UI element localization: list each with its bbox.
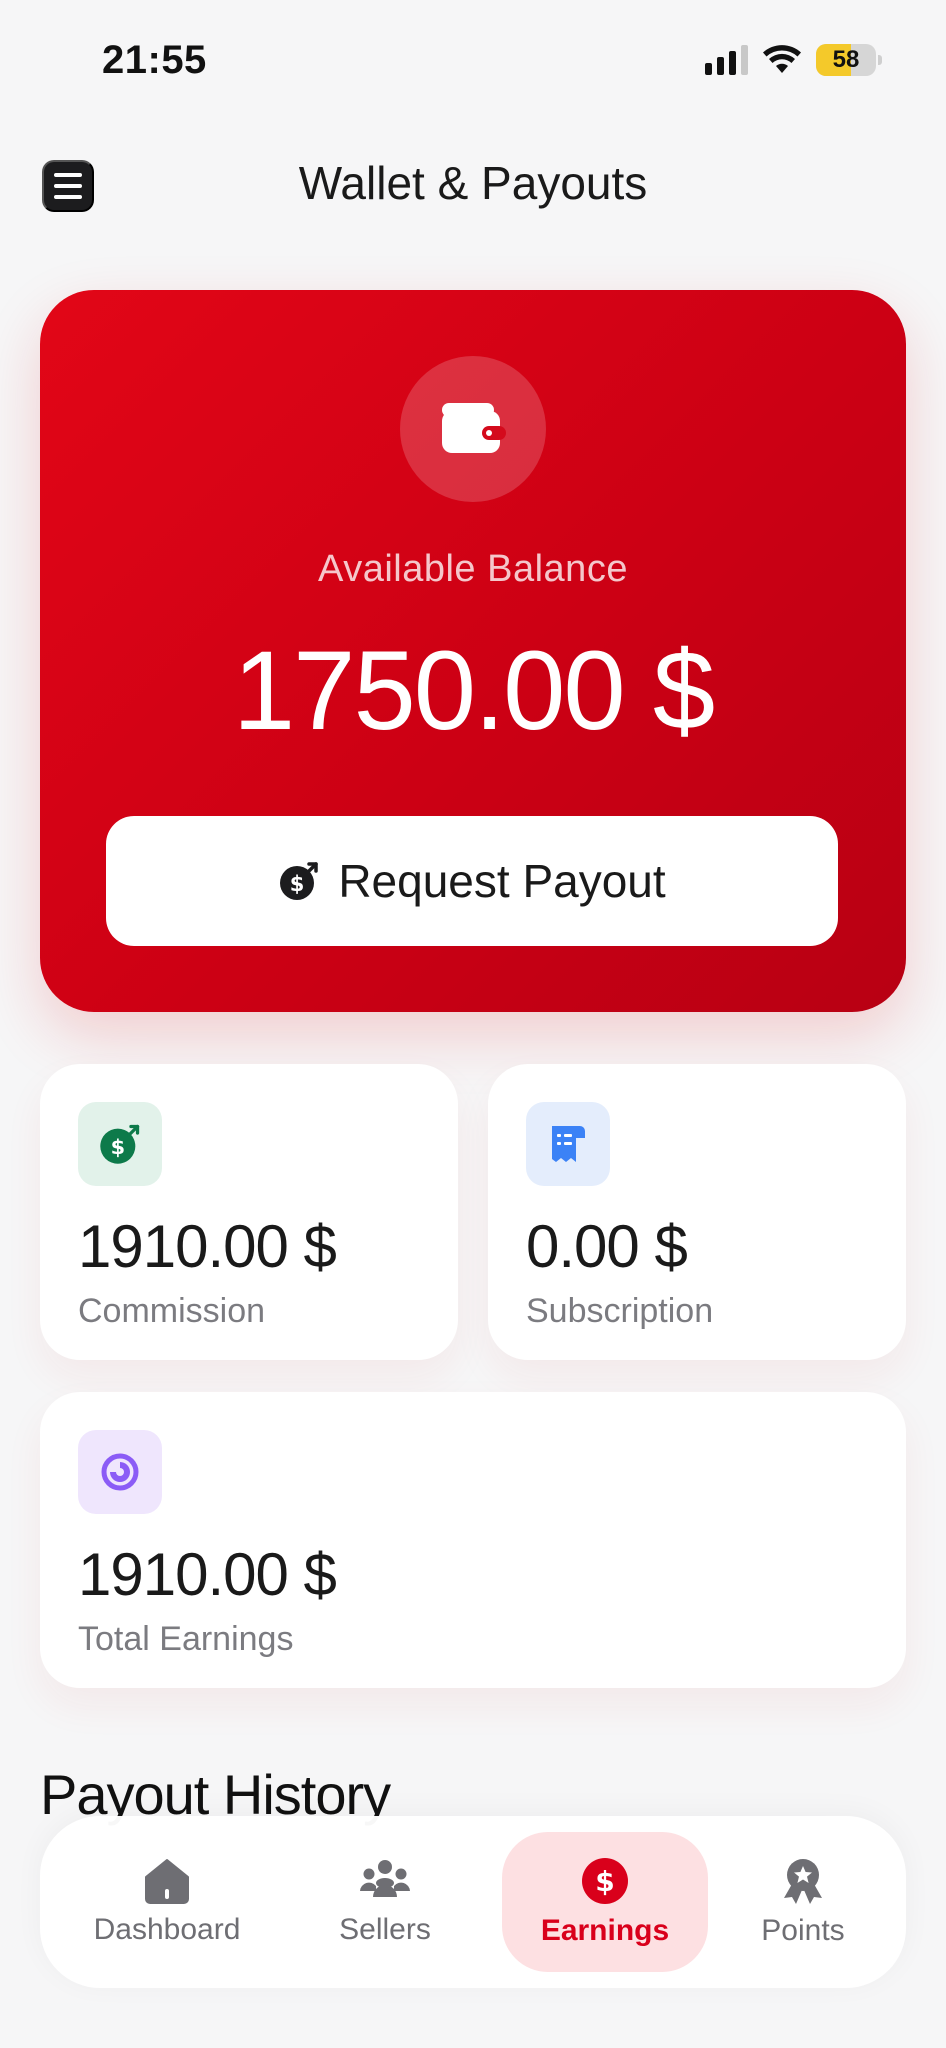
money-send-icon: $ — [280, 862, 319, 900]
commission-icon-badge: $ — [78, 1102, 162, 1186]
battery-percent: 58 — [832, 46, 860, 73]
money-send-icon: $ — [100, 1124, 140, 1164]
cellular-signal-icon — [705, 45, 748, 75]
page-title: Wallet & Payouts — [298, 157, 648, 209]
wallet-icon — [442, 403, 506, 453]
nav-label-points: Points — [761, 1914, 845, 1947]
status-bar: 21:55 58 — [0, 0, 946, 124]
nav-item-earnings[interactable]: $ Earnings — [502, 1832, 708, 1972]
award-icon — [784, 1859, 822, 1904]
nav-label-earnings: Earnings — [540, 1914, 670, 1947]
svg-text:$: $ — [290, 872, 305, 896]
total-earnings-label: Total Earnings — [78, 1620, 294, 1658]
total-earnings-card: 1910.00 $ Total Earnings — [40, 1392, 906, 1688]
users-icon — [360, 1860, 410, 1897]
status-time: 21:55 — [102, 38, 207, 82]
svg-text:$: $ — [111, 1135, 125, 1159]
home-icon — [145, 1859, 189, 1904]
bottom-nav: Dashboard Sellers $ Earnings Points — [40, 1816, 906, 1988]
balance-label: Available Balance — [318, 548, 628, 590]
subscription-value: 0.00 $ — [526, 1213, 688, 1280]
status-icons: 58 — [705, 44, 882, 76]
nav-label-sellers: Sellers — [339, 1913, 431, 1946]
total-earnings-icon-badge — [78, 1430, 162, 1514]
wallet-icon-badge — [400, 356, 546, 502]
battery-icon: 58 — [816, 44, 882, 76]
balance-amount: 1750.00 $ — [232, 628, 715, 753]
svg-text:$: $ — [595, 1865, 614, 1898]
total-earnings-value: 1910.00 $ — [78, 1541, 337, 1608]
nav-item-dashboard[interactable]: Dashboard — [72, 1832, 262, 1972]
dollar-icon: $ — [582, 1858, 628, 1904]
nav-item-sellers[interactable]: Sellers — [290, 1832, 480, 1972]
subscription-icon-badge — [526, 1102, 610, 1186]
app-header: Wallet & Payouts — [0, 124, 946, 250]
commission-card: $ 1910.00 $ Commission — [40, 1064, 458, 1360]
wifi-icon — [763, 45, 801, 73]
nav-label-dashboard: Dashboard — [93, 1913, 241, 1946]
chart-ring-icon — [101, 1453, 139, 1491]
receipt-icon — [552, 1126, 585, 1162]
request-payout-button[interactable]: $ Request Payout — [106, 816, 838, 946]
subscription-label: Subscription — [526, 1292, 714, 1330]
balance-card: Available Balance 1750.00 $ $ Request Pa… — [40, 290, 906, 1012]
subscription-card: 0.00 $ Subscription — [488, 1064, 906, 1360]
commission-label: Commission — [78, 1292, 266, 1330]
request-payout-label: Request Payout — [338, 855, 666, 907]
commission-value: 1910.00 $ — [78, 1213, 337, 1280]
nav-item-points[interactable]: Points — [720, 1832, 886, 1972]
